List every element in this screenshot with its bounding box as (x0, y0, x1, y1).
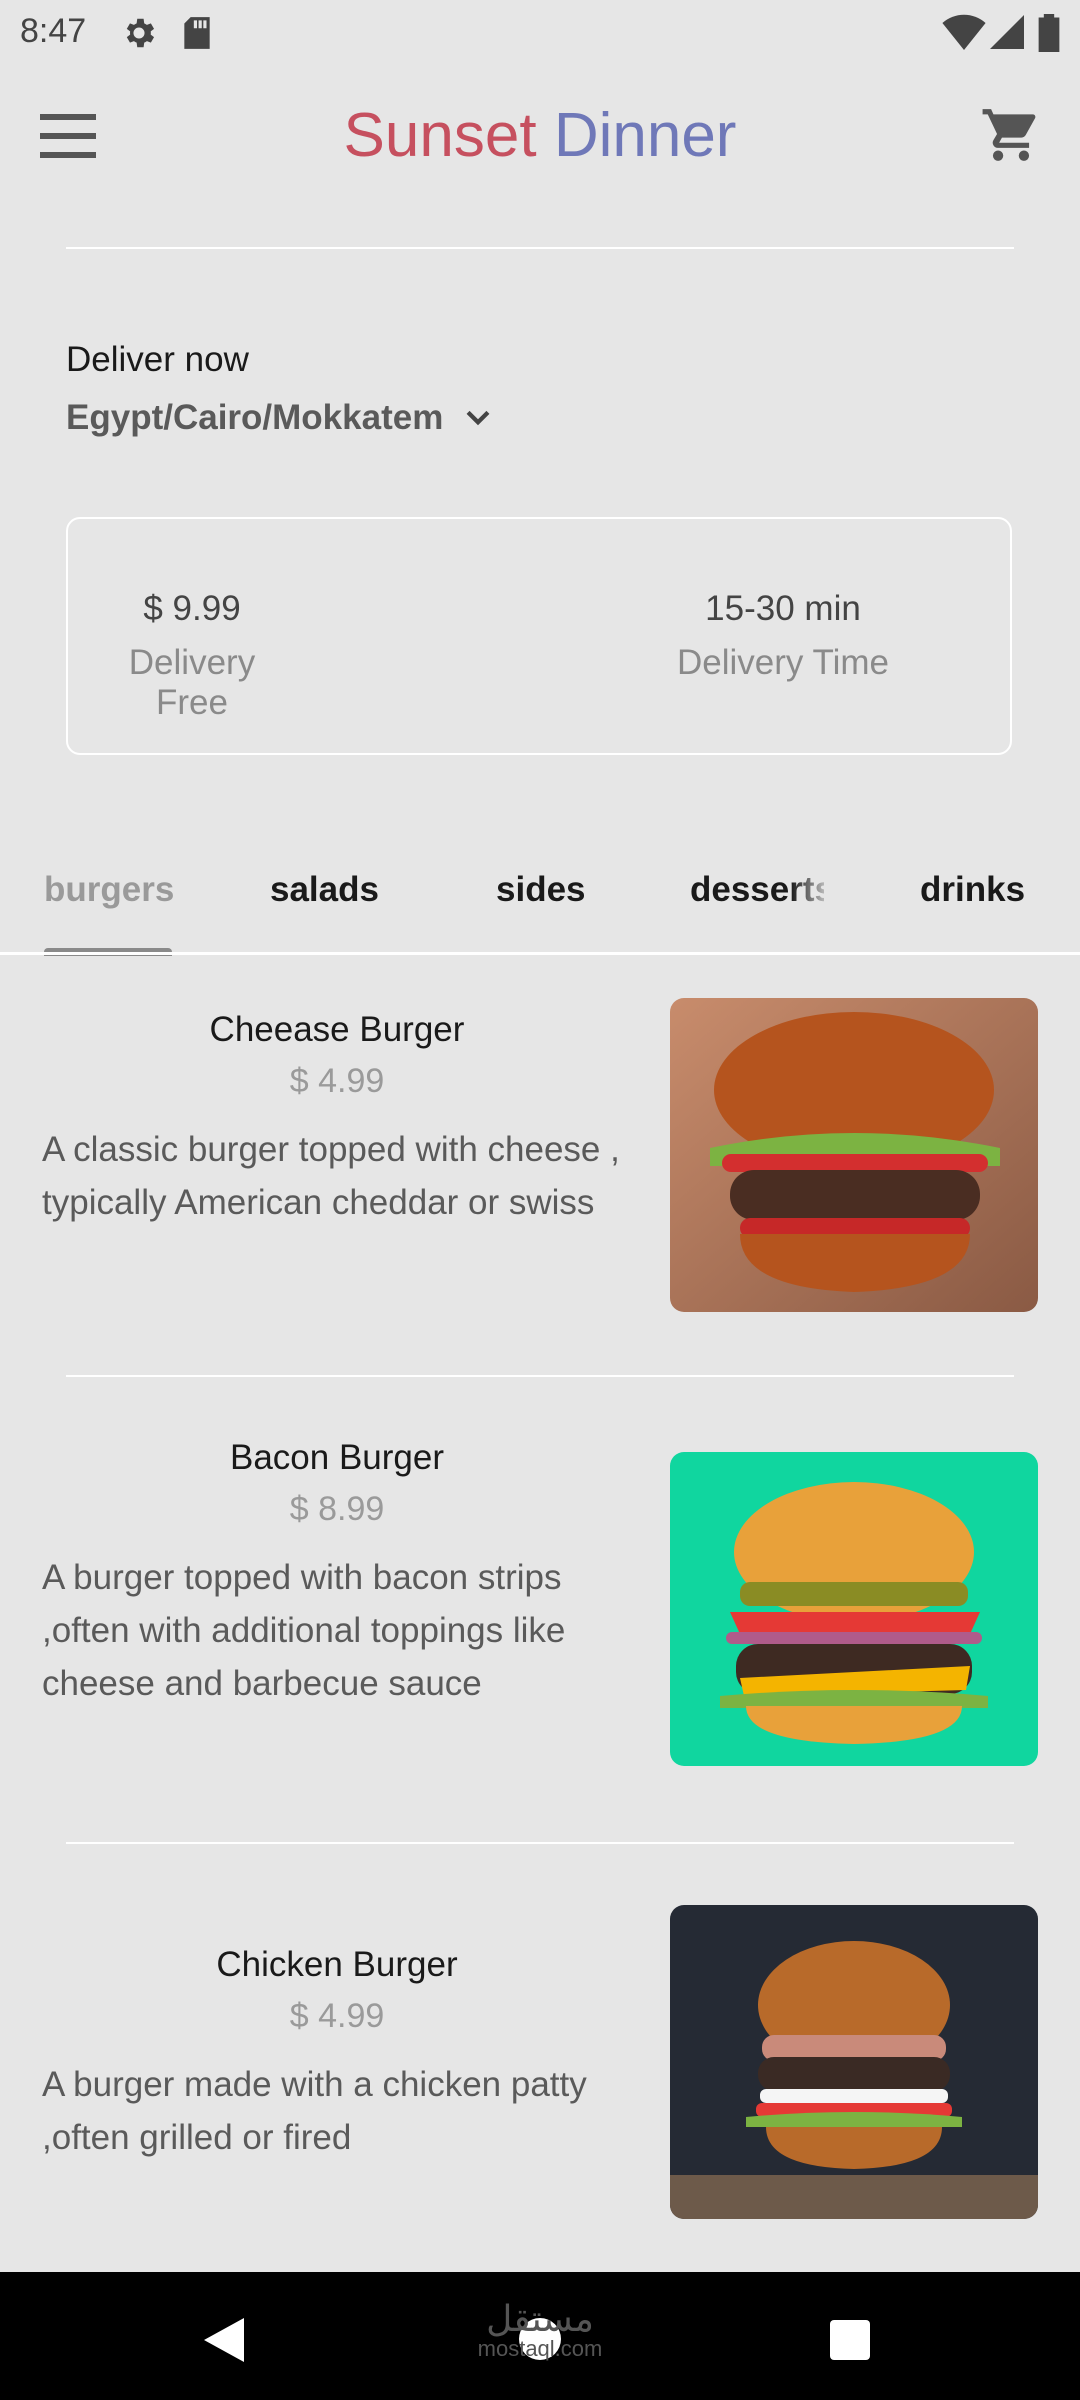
signal-icon (990, 15, 1024, 49)
delivery-time-value: 15-30 min (705, 589, 861, 628)
burger-image (670, 1452, 1038, 1766)
delivery-fee: $ 9.99 Delivery Free (92, 589, 292, 723)
app-title-part1: Sunset (343, 101, 537, 170)
burger-image (670, 1905, 1038, 2219)
watermark-arabic: مستقل (486, 2298, 594, 2339)
item-price: $ 4.99 (289, 1062, 385, 1100)
watermark: مستقل mostaql.com (472, 2298, 608, 2362)
header-divider (66, 247, 1014, 249)
item-divider (66, 1375, 1014, 1377)
item-price: $ 4.99 (289, 1997, 385, 2035)
status-time: 8:47 (20, 12, 87, 50)
item-description: A classic burger topped with cheese , ty… (42, 1130, 620, 1222)
item-text: Chicken Burger $ 4.99 A burger made with… (42, 1945, 632, 2164)
location-text: Egypt/Cairo/Mokkatem (66, 398, 444, 437)
settings-icon (126, 18, 155, 48)
category-tabs: burgers salads sides desserts drinks (0, 860, 1080, 956)
tab-drinks[interactable]: drinks (920, 870, 1025, 910)
chevron-down-icon (466, 410, 490, 426)
burger-image (670, 998, 1038, 1312)
app-title: Sunset Dinner (0, 100, 1080, 171)
location-selector[interactable]: Egypt/Cairo/Mokkatem (66, 398, 495, 438)
watermark-latin: mostaql.com (477, 2336, 603, 2361)
wifi-icon (942, 14, 986, 50)
sd-card-icon (184, 17, 210, 49)
tabs-divider (0, 952, 1080, 955)
item-image (670, 998, 1038, 1312)
item-text: Cheease Burger $ 4.99 A classic burger t… (42, 1010, 632, 1229)
cart-icon[interactable] (980, 104, 1042, 166)
delivery-time-label: Delivery Time (677, 643, 889, 682)
delivery-time: 15-30 min Delivery Time (668, 589, 898, 683)
item-divider (66, 1842, 1014, 1844)
item-price: $ 8.99 (289, 1490, 385, 1528)
app-bar: Sunset Dinner (0, 64, 1080, 206)
item-image (670, 1452, 1038, 1766)
item-description: A burger made with a chicken patty ,ofte… (42, 2065, 587, 2157)
delivery-info-card: $ 9.99 Delivery Free 15-30 min Delivery … (66, 517, 1012, 755)
tab-sides[interactable]: sides (496, 870, 586, 910)
item-image (670, 1905, 1038, 2219)
tab-desserts[interactable]: desserts (690, 870, 824, 910)
item-text: Bacon Burger $ 8.99 A burger topped with… (42, 1438, 632, 1710)
system-nav-bar: مستقل mostaql.com (0, 2272, 1080, 2400)
back-icon[interactable] (204, 2318, 244, 2362)
delivery-fee-value: $ 9.99 (143, 589, 241, 628)
item-name: Bacon Burger (229, 1438, 445, 1477)
tab-desserts-label: desserts (690, 870, 824, 909)
tab-burgers[interactable]: burgers (44, 870, 174, 910)
item-name: Chicken Burger (216, 1945, 458, 1984)
battery-icon (1038, 14, 1060, 52)
tab-salads[interactable]: salads (270, 870, 379, 910)
app-title-part2: Dinner (553, 101, 737, 170)
delivery-fee-label: Delivery Free (128, 643, 256, 722)
recents-icon[interactable] (830, 2320, 870, 2360)
status-bar: 8:47 (0, 0, 1080, 64)
item-description: A burger topped with bacon strips ,often… (42, 1558, 566, 1703)
deliver-now-label: Deliver now (66, 340, 249, 379)
item-name: Cheease Burger (209, 1010, 465, 1049)
